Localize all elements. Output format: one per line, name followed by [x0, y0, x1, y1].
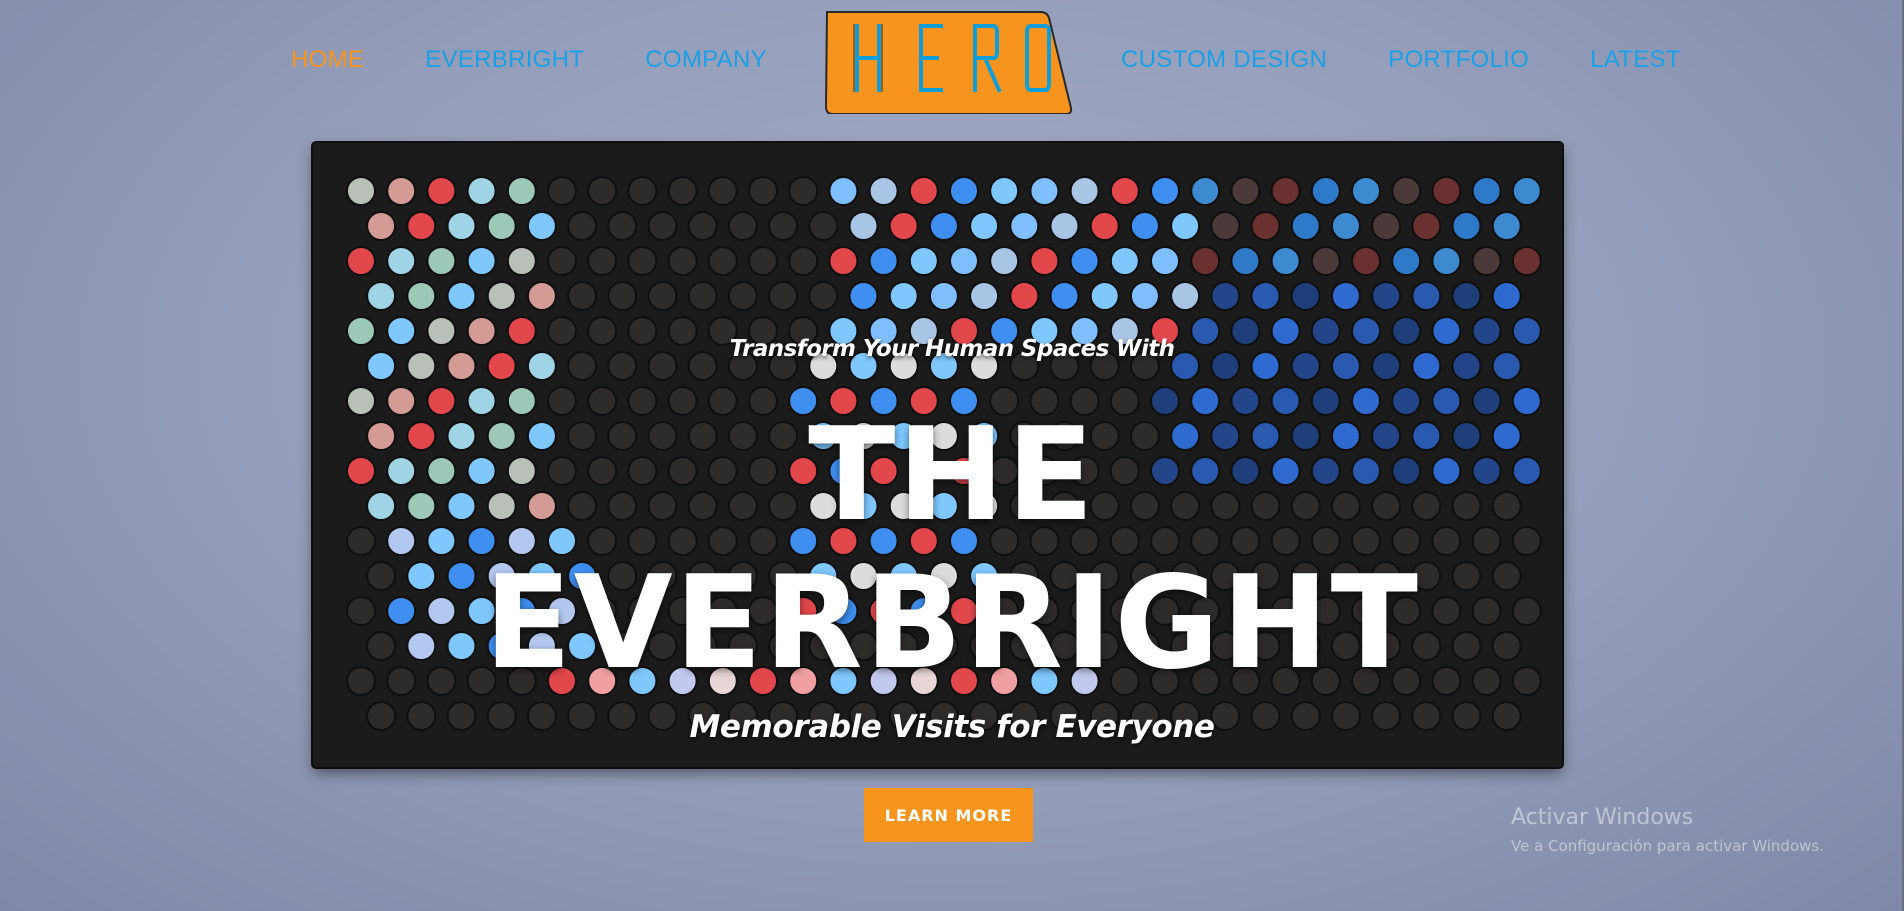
- hero-title-line1: THE: [808, 401, 1096, 550]
- page: HOME EVERBRIGHT COMPANY CUSTOM DESIGN PO…: [0, 0, 1904, 911]
- nav-latest[interactable]: LATEST: [1590, 46, 1681, 74]
- watermark-line2: Ve a Configuración para activar Windows.: [1511, 837, 1824, 855]
- nav-everbright[interactable]: EVERBRIGHT: [425, 46, 584, 74]
- windows-activation-watermark: Activar Windows Ve a Configuración para …: [1511, 805, 1824, 855]
- watermark-line1: Activar Windows: [1511, 805, 1694, 830]
- nav-home[interactable]: HOME: [291, 46, 364, 74]
- hero-title-line2: EVERBRIGHT: [484, 549, 1420, 698]
- hero-tagline: Transform Your Human Spaces With: [729, 336, 1175, 362]
- hero-subtitle: Memorable Visits for Everyone: [689, 709, 1215, 745]
- main-nav-left: HOME EVERBRIGHT COMPANY: [291, 46, 828, 74]
- learn-more-button[interactable]: LEARN MORE: [864, 788, 1033, 842]
- nav-custom-design[interactable]: CUSTOM DESIGN: [1121, 46, 1327, 74]
- nav-company[interactable]: COMPANY: [645, 46, 767, 74]
- hero-section: Transform Your Human Spaces With THE EVE…: [0, 0, 1904, 911]
- main-nav-right: CUSTOM DESIGN PORTFOLIO LATEST: [1121, 46, 1742, 74]
- hero-logo-icon[interactable]: [823, 8, 1073, 115]
- nav-portfolio[interactable]: PORTFOLIO: [1388, 46, 1529, 74]
